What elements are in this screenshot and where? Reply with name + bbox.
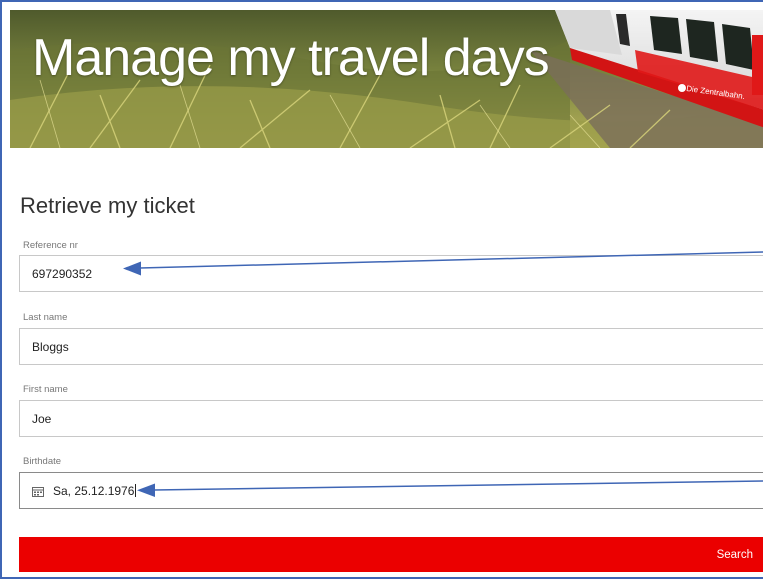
first-name-label: First name — [23, 384, 68, 395]
last-name-input[interactable]: Bloggs — [19, 328, 763, 365]
reference-nr-label: Reference nr — [23, 240, 78, 251]
first-name-input[interactable]: Joe — [19, 400, 763, 437]
first-name-value: Joe — [32, 411, 52, 426]
calendar-icon[interactable] — [32, 486, 44, 497]
reference-nr-input[interactable]: 697290352 — [19, 255, 763, 292]
text-cursor — [135, 484, 137, 497]
page-title: Manage my travel days — [32, 29, 550, 87]
search-button[interactable]: Search — [19, 537, 763, 572]
last-name-label: Last name — [23, 312, 68, 323]
birthdate-value: Sa, 25.12.1976 — [53, 483, 135, 498]
birthdate-input[interactable]: Sa, 25.12.1976 — [19, 472, 763, 509]
section-title: Retrieve my ticket — [20, 193, 195, 218]
page: Die Zentralbahn. Manage my travel days R… — [0, 0, 763, 579]
hero-banner: Die Zentralbahn. Manage my travel days — [10, 10, 763, 148]
reference-nr-value: 697290352 — [32, 266, 93, 281]
birthdate-label: Birthdate — [23, 456, 62, 467]
last-name-value: Bloggs — [32, 339, 69, 354]
